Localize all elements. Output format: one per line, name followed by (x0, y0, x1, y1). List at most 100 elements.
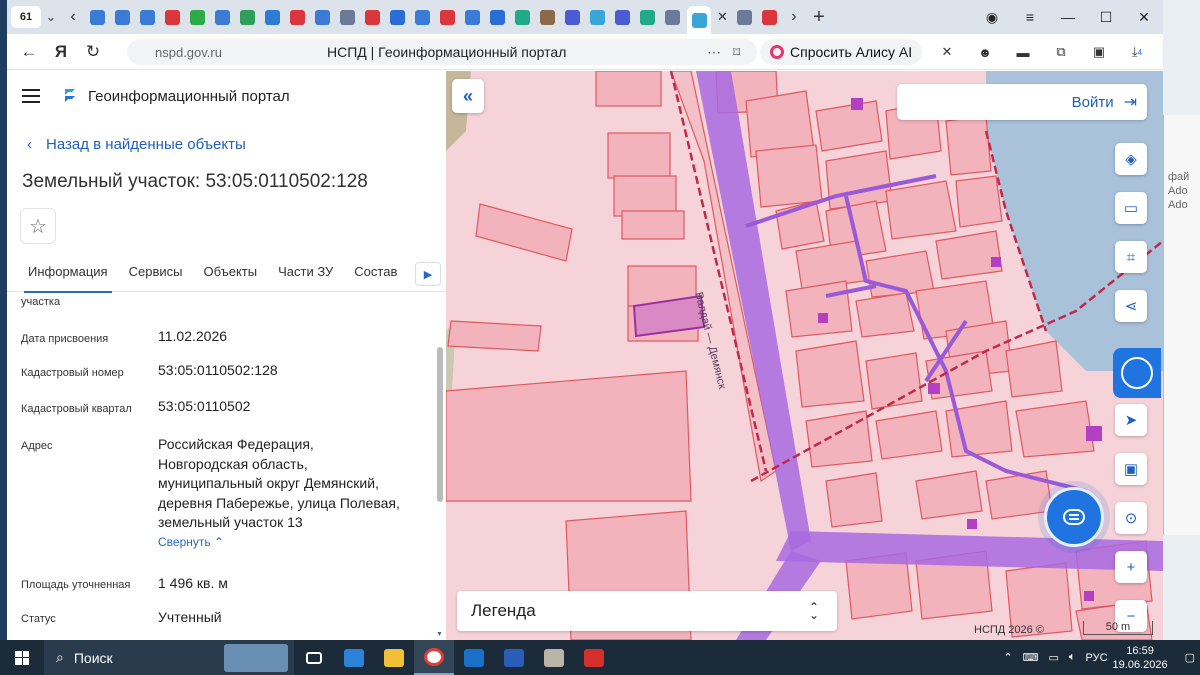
tab-favicon-icon[interactable] (290, 9, 305, 25)
scroll-tabs-right-icon[interactable]: › (782, 8, 806, 26)
attribute-value: Учтенный (158, 609, 222, 625)
bookmark-icon[interactable]: ⌑ (733, 44, 755, 61)
language-indicator[interactable]: РУС (1086, 652, 1108, 664)
network-icon[interactable]: ⌨ (1023, 651, 1039, 664)
tab-favicon-icon[interactable] (540, 9, 555, 25)
tab-favicon-icon[interactable] (565, 9, 580, 25)
scroll-down-icon[interactable]: ▼ (436, 631, 443, 638)
tab-favicon-icon[interactable] (736, 9, 752, 25)
tab-favicon-icon[interactable] (90, 9, 105, 25)
app-icon[interactable] (534, 640, 574, 675)
tab-favicon-icon[interactable] (390, 9, 405, 25)
tab-favicon-icon[interactable] (165, 9, 180, 25)
reload-icon[interactable]: ↻ (77, 42, 109, 62)
collapse-panel-icon[interactable]: « (452, 79, 484, 113)
back-to-results-link[interactable]: ‹ Назад в найденные объекты (27, 136, 246, 153)
tab-list-chevron-icon[interactable]: ⌄ (41, 9, 61, 25)
assistant-badge-icon[interactable] (1113, 348, 1161, 398)
tab-favicon-icon[interactable] (265, 9, 280, 25)
tab-composition[interactable]: Состав (354, 252, 397, 292)
tab-favicon-icon[interactable] (515, 9, 530, 25)
zoom-in-icon[interactable]: + (1115, 551, 1147, 583)
task-view-icon[interactable] (294, 640, 334, 675)
outlook-icon[interactable] (454, 640, 494, 675)
maximize-icon[interactable]: ☐ (1087, 9, 1125, 26)
collections-icon[interactable]: ⧉ (1046, 39, 1076, 65)
tab-information[interactable]: Информация (24, 252, 112, 293)
ruler-icon[interactable]: ▭ (1115, 192, 1147, 224)
start-icon[interactable] (0, 650, 44, 665)
scrollbar-thumb[interactable] (437, 347, 443, 502)
tab-favicon-icon[interactable] (465, 9, 480, 25)
chat-icon[interactable] (1044, 487, 1104, 547)
tab-favicon-icon[interactable] (490, 9, 505, 25)
attribute-key: Статус (21, 613, 56, 625)
tab-favicon-icon[interactable] (415, 9, 430, 25)
tab-count-button[interactable]: 61 (11, 6, 41, 28)
tab-favicon-icon[interactable] (665, 9, 680, 25)
tabs-scroll-right-icon[interactable]: ▶ (415, 262, 441, 286)
extension-icon[interactable]: ✕ (932, 39, 962, 65)
store-icon[interactable] (334, 640, 374, 675)
tab-favicon-icon[interactable] (340, 9, 355, 25)
acrobat-icon[interactable] (574, 640, 614, 675)
tab-favicon-icon[interactable] (115, 9, 130, 25)
battery-icon[interactable]: ▭ (1048, 651, 1058, 664)
scroll-tabs-left-icon[interactable]: ‹ (61, 8, 85, 26)
tab-favicon-icon[interactable] (615, 9, 630, 25)
minimap-icon[interactable]: ▣ (1115, 453, 1147, 485)
legend-label: Легенда (471, 601, 536, 620)
map-layer (446, 71, 1163, 640)
tab-favicon-icon[interactable] (190, 9, 205, 25)
clock[interactable]: 16:59 19.06.2026 (1113, 644, 1168, 672)
geo-search-icon[interactable]: ⊙ (1115, 502, 1147, 534)
extension-icon[interactable]: ▬ (1008, 39, 1038, 65)
menu-burger-icon[interactable] (22, 89, 40, 103)
tab-services[interactable]: Сервисы (129, 252, 183, 292)
tab-parts[interactable]: Части ЗУ (278, 252, 333, 292)
downloads-icon[interactable]: ⤓ 4 (1122, 39, 1152, 65)
yandex-browser-icon[interactable] (414, 640, 454, 675)
legend-select[interactable]: Легенда ⌃ ⌄ (457, 591, 837, 631)
url-field[interactable]: nspd.gov.ru НСПД | Геоинформационный пор… (127, 39, 757, 65)
favorite-star-icon[interactable]: ☆ (20, 208, 56, 244)
area-select-icon[interactable]: ⌗ (1115, 241, 1147, 273)
new-tab-icon[interactable]: + (806, 6, 832, 29)
taskbar-search[interactable]: ⌕ Поиск (44, 640, 294, 675)
share-icon[interactable]: ⋖ (1115, 290, 1147, 322)
close-window-icon[interactable]: ✕ (1125, 9, 1163, 26)
profile-icon[interactable]: ◉ (973, 9, 1011, 26)
back-icon[interactable]: ← (13, 42, 45, 62)
login-button[interactable]: Войти ⇥ (897, 84, 1147, 120)
active-tab[interactable] (687, 6, 711, 34)
tab-favicon-icon[interactable] (365, 9, 380, 25)
tab-favicon-icon[interactable] (240, 9, 255, 25)
tab-favicon-icon[interactable] (140, 9, 155, 25)
panel-scrollbar[interactable]: ▼ (436, 293, 444, 638)
ask-alice-button[interactable]: Спросить Алису AI (760, 39, 923, 65)
tab-favicon-icon[interactable] (215, 9, 230, 25)
menu-icon[interactable]: ≡ (1011, 9, 1049, 25)
minimize-icon[interactable]: — (1049, 9, 1087, 25)
tab-favicon-icon[interactable] (440, 9, 455, 25)
tab-favicon-icon[interactable] (590, 9, 605, 25)
chevron-up-icon[interactable]: ⌃ (1003, 651, 1012, 664)
chevron-up-icon: ⌃ (213, 534, 225, 549)
tab-favicon-icon[interactable] (640, 9, 655, 25)
word-icon[interactable] (494, 640, 534, 675)
collapse-link[interactable]: Свернуть ⌃ (158, 533, 428, 553)
extension-icon[interactable]: ▣ (1084, 39, 1114, 65)
extension-icon[interactable]: ☻ (970, 39, 1000, 65)
layers-icon[interactable]: ◈ (1115, 143, 1147, 175)
locate-icon[interactable]: ➤ (1115, 404, 1147, 436)
explorer-icon[interactable] (374, 640, 414, 675)
yandex-icon[interactable]: Я (45, 42, 77, 62)
more-icon[interactable]: ⋯ (707, 44, 733, 61)
tab-favicon-icon[interactable] (315, 9, 330, 25)
notifications-icon[interactable]: ▢ (1185, 651, 1195, 664)
close-tab-icon[interactable]: ✕ (717, 9, 728, 25)
map-canvas[interactable]: Валдай — Демянск « Войти ⇥ ◈ ▭ ⌗ ⋖ ➤ ▣ ⊙… (446, 71, 1163, 640)
tab-favicon-icon[interactable] (761, 9, 777, 25)
volume-icon[interactable]: 🔈︎ (1069, 651, 1076, 664)
tab-objects[interactable]: Объекты (203, 252, 257, 292)
